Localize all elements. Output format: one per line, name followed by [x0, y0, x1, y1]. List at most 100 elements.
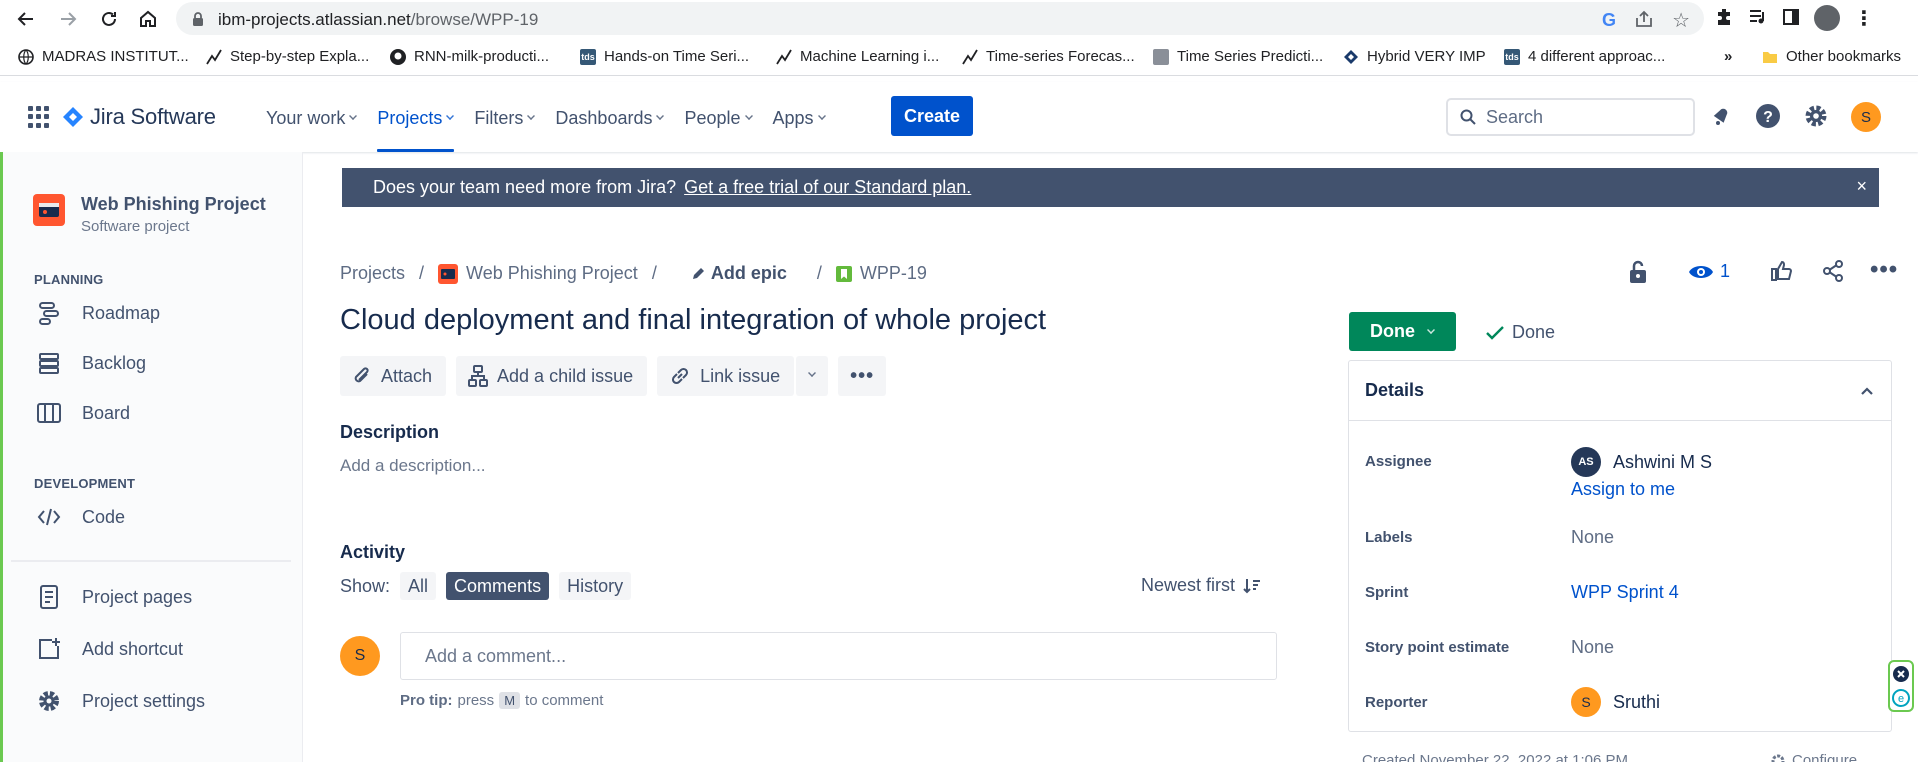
- bookmark-item[interactable]: MADRAS INSTITUT...: [18, 48, 189, 65]
- address-bar[interactable]: ibm-projects.atlassian.net/browse/WPP-19…: [176, 2, 1704, 35]
- menu-dots-icon[interactable]: ⋮: [1854, 6, 1874, 31]
- breadcrumb-project[interactable]: Web Phishing Project: [466, 263, 638, 284]
- filter-comments[interactable]: Comments: [446, 572, 550, 600]
- close-circle-icon[interactable]: [1892, 665, 1910, 683]
- home-icon[interactable]: [134, 5, 162, 33]
- chevron-down-icon: [744, 112, 753, 120]
- status-dropdown-button[interactable]: Done: [1349, 312, 1456, 351]
- profile-avatar[interactable]: [1814, 5, 1840, 31]
- bookmark-item[interactable]: Hybrid VERY IMP: [1343, 48, 1486, 65]
- forward-icon[interactable]: [54, 5, 82, 33]
- description-heading: Description: [340, 422, 440, 442]
- issue-title[interactable]: Cloud deployment and final integration o…: [340, 304, 1046, 337]
- app-switcher-icon[interactable]: [28, 106, 50, 128]
- google-icon[interactable]: G: [1602, 10, 1616, 31]
- filter-all[interactable]: All: [400, 572, 437, 600]
- bookmark-item[interactable]: Machine Learning i...: [776, 48, 939, 65]
- chevron-down-icon: [817, 112, 826, 120]
- sidebar-item-project-settings[interactable]: Project settings: [36, 688, 205, 714]
- create-button[interactable]: Create: [891, 96, 973, 136]
- nav-your-work[interactable]: Your work: [266, 104, 358, 132]
- floating-extension-widget[interactable]: e: [1888, 660, 1914, 712]
- sidepanel-icon[interactable]: [1782, 8, 1800, 29]
- sidebar-item-backlog[interactable]: Backlog: [36, 350, 146, 376]
- details-header[interactable]: Details: [1349, 361, 1891, 421]
- help-icon[interactable]: ?: [1755, 103, 1781, 132]
- lock-icon[interactable]: [192, 12, 204, 29]
- banner-trial-link[interactable]: Get a free trial of our Standard plan.: [684, 177, 971, 198]
- image-icon: [1153, 48, 1169, 65]
- search-input[interactable]: [1486, 106, 1666, 128]
- add-epic-button[interactable]: Add epic: [691, 263, 787, 284]
- add-child-issue-button[interactable]: Add a child issue: [456, 356, 648, 396]
- nav-filters[interactable]: Filters: [474, 104, 536, 132]
- bookmark-item[interactable]: RNN-milk-producti...: [390, 48, 549, 65]
- star-icon[interactable]: ☆: [1672, 8, 1690, 33]
- labels-value[interactable]: None: [1571, 527, 1614, 548]
- reload-icon[interactable]: [95, 5, 123, 33]
- lock-icon[interactable]: [1628, 260, 1648, 284]
- folder-icon: [1762, 49, 1778, 65]
- attach-button[interactable]: Attach: [340, 356, 447, 396]
- bookmark-item[interactable]: tds 4 different approac...: [1504, 48, 1665, 65]
- bookmark-item[interactable]: Step-by-step Expla...: [206, 48, 369, 65]
- assignee-value[interactable]: AS Ashwini M S: [1571, 447, 1712, 477]
- other-bookmarks[interactable]: Other bookmarks: [1762, 48, 1901, 65]
- nav-apps[interactable]: Apps: [773, 104, 826, 132]
- link-issue-dropdown[interactable]: [796, 356, 829, 396]
- add-shortcut-icon: [36, 636, 62, 662]
- bookmark-item[interactable]: tds Hands-on Time Seri...: [580, 48, 749, 65]
- settings-icon[interactable]: [1803, 103, 1829, 132]
- comment-input[interactable]: Add a comment...: [400, 632, 1277, 680]
- nav-people[interactable]: People: [684, 104, 753, 132]
- search-field[interactable]: [1446, 98, 1695, 136]
- sidebar-item-project-pages[interactable]: Project pages: [36, 584, 192, 610]
- jira-logo[interactable]: Jira Software: [62, 104, 216, 130]
- link-icon: [672, 367, 689, 385]
- media-icon[interactable]: [1748, 8, 1768, 29]
- filter-history[interactable]: History: [559, 572, 632, 600]
- sidebar-item-board[interactable]: Board: [36, 400, 130, 426]
- sidebar-divider: [11, 560, 291, 562]
- page-icon: [36, 584, 62, 610]
- assign-to-me-link[interactable]: Assign to me: [1571, 479, 1675, 500]
- comment-pro-tip: Pro tip: press M to comment: [400, 692, 604, 709]
- bookmark-item[interactable]: Time Series Predicti...: [1153, 48, 1323, 65]
- chevron-up-icon[interactable]: [1861, 386, 1873, 395]
- development-heading: DEVELOPMENT: [34, 476, 136, 491]
- notifications-icon[interactable]: [1709, 104, 1733, 131]
- bookmark-item[interactable]: Time-series Forecas...: [962, 48, 1135, 65]
- user-avatar[interactable]: S: [1851, 102, 1881, 132]
- nav-projects[interactable]: Projects: [377, 104, 455, 152]
- sidebar-item-roadmap[interactable]: Roadmap: [36, 300, 160, 326]
- more-toolbar-button[interactable]: •••: [838, 356, 887, 396]
- description-field[interactable]: Add a description...: [340, 456, 486, 476]
- breadcrumb-issue-key[interactable]: WPP-19: [860, 263, 927, 284]
- sidebar-item-add-shortcut[interactable]: Add shortcut: [36, 636, 183, 662]
- thumbs-up-icon[interactable]: [1770, 260, 1792, 282]
- project-name: Web Phishing Project: [81, 194, 266, 214]
- edge-icon[interactable]: e: [1892, 689, 1910, 707]
- breadcrumb-projects[interactable]: Projects: [340, 263, 405, 284]
- close-icon[interactable]: ×: [1856, 176, 1867, 197]
- nav-dashboards[interactable]: Dashboards: [555, 104, 665, 132]
- story-points-value[interactable]: None: [1571, 637, 1614, 658]
- bookmarks-overflow-button[interactable]: »: [1724, 48, 1732, 65]
- link-issue-button[interactable]: Link issue: [657, 356, 795, 396]
- reporter-value[interactable]: S Sruthi: [1571, 687, 1660, 717]
- back-icon[interactable]: [12, 5, 40, 33]
- share-icon[interactable]: [1634, 10, 1654, 31]
- project-header[interactable]: Web Phishing Project Software project: [33, 194, 266, 235]
- sidebar-item-code[interactable]: Code: [36, 504, 125, 530]
- sort-order-button[interactable]: Newest first: [1141, 575, 1261, 596]
- extensions-icon[interactable]: [1714, 7, 1734, 30]
- sprint-value[interactable]: WPP Sprint 4: [1571, 582, 1679, 603]
- share-icon[interactable]: [1822, 260, 1844, 282]
- more-actions-icon[interactable]: •••: [1870, 256, 1898, 284]
- chevron-down-icon: [527, 112, 536, 120]
- avatar: AS: [1571, 447, 1601, 477]
- top-nav-menu: Your work Projects Filters Dashboards Pe…: [266, 104, 846, 152]
- watchers-button[interactable]: 1: [1688, 261, 1730, 282]
- configure-button[interactable]: Configure: [1770, 752, 1857, 762]
- sprint-label: Sprint: [1365, 584, 1409, 601]
